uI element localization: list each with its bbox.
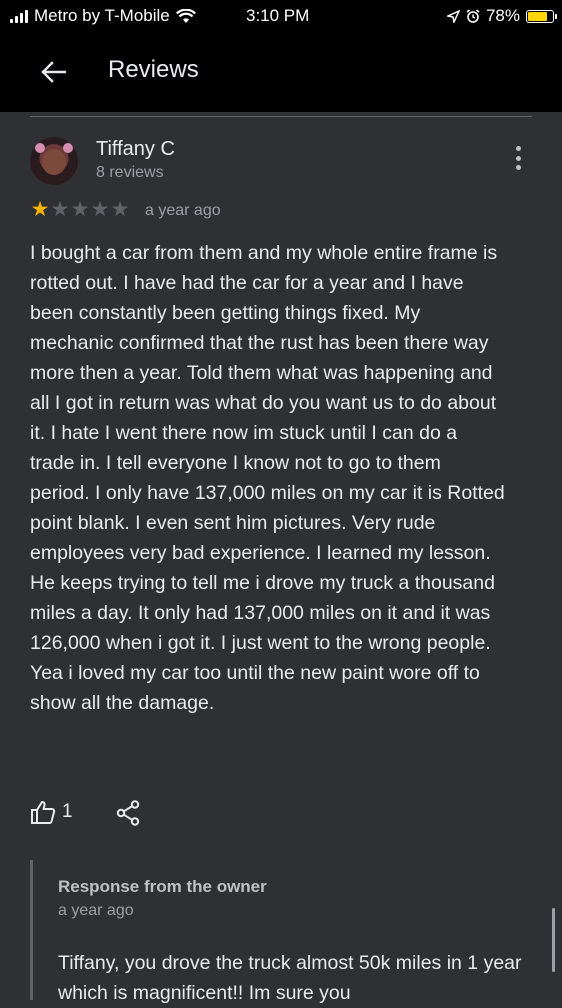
scrollbar[interactable] bbox=[552, 908, 555, 972]
share-button[interactable] bbox=[116, 800, 140, 831]
arrow-left-icon bbox=[41, 61, 66, 83]
alarm-icon bbox=[466, 9, 480, 23]
status-right: 78% bbox=[446, 6, 557, 26]
status-bar: Metro by T-Mobile 3:10 PM 78% bbox=[0, 0, 562, 32]
owner-response-bar bbox=[30, 860, 33, 1000]
star-empty-icon: ★ bbox=[70, 198, 90, 221]
location-arrow-icon bbox=[446, 9, 460, 23]
page-title: Reviews bbox=[108, 56, 199, 83]
review-time: a year ago bbox=[145, 202, 221, 219]
star-filled-icon: ★ bbox=[30, 198, 50, 221]
battery-icon bbox=[526, 9, 557, 23]
share-icon bbox=[116, 800, 140, 826]
owner-response-time: a year ago bbox=[58, 902, 134, 919]
battery-percent: 78% bbox=[485, 6, 520, 25]
like-button[interactable]: 1 bbox=[30, 800, 73, 824]
battery-fill bbox=[528, 11, 547, 21]
owner-response-text: Tiffany, you drove the truck almost 50k … bbox=[58, 952, 522, 1004]
more-vert-icon bbox=[515, 146, 521, 151]
divider bbox=[30, 116, 532, 117]
star-empty-icon: ★ bbox=[50, 198, 70, 221]
avatar[interactable] bbox=[30, 137, 78, 185]
app-bar: Reviews bbox=[0, 32, 562, 112]
star-empty-icon: ★ bbox=[90, 198, 110, 221]
review-author[interactable]: Tiffany C bbox=[96, 138, 175, 161]
owner-response-title: Response from the owner bbox=[58, 877, 267, 896]
like-count: 1 bbox=[62, 801, 73, 822]
carrier-label: Metro by T-Mobile bbox=[34, 6, 170, 25]
author-review-count: 8 reviews bbox=[96, 164, 164, 181]
status-time: 3:10 PM bbox=[246, 6, 310, 25]
star-empty-icon: ★ bbox=[110, 198, 130, 221]
back-button[interactable] bbox=[30, 52, 76, 92]
status-left: Metro by T-Mobile bbox=[10, 6, 196, 26]
star-rating: ★ ★ ★ ★ ★ bbox=[30, 198, 130, 222]
signal-icon bbox=[10, 9, 28, 23]
more-options-button[interactable] bbox=[506, 146, 530, 170]
wifi-icon bbox=[175, 8, 196, 23]
review-text: I bought a car from them and my whole en… bbox=[30, 242, 505, 714]
thumbs-up-icon bbox=[31, 801, 56, 824]
